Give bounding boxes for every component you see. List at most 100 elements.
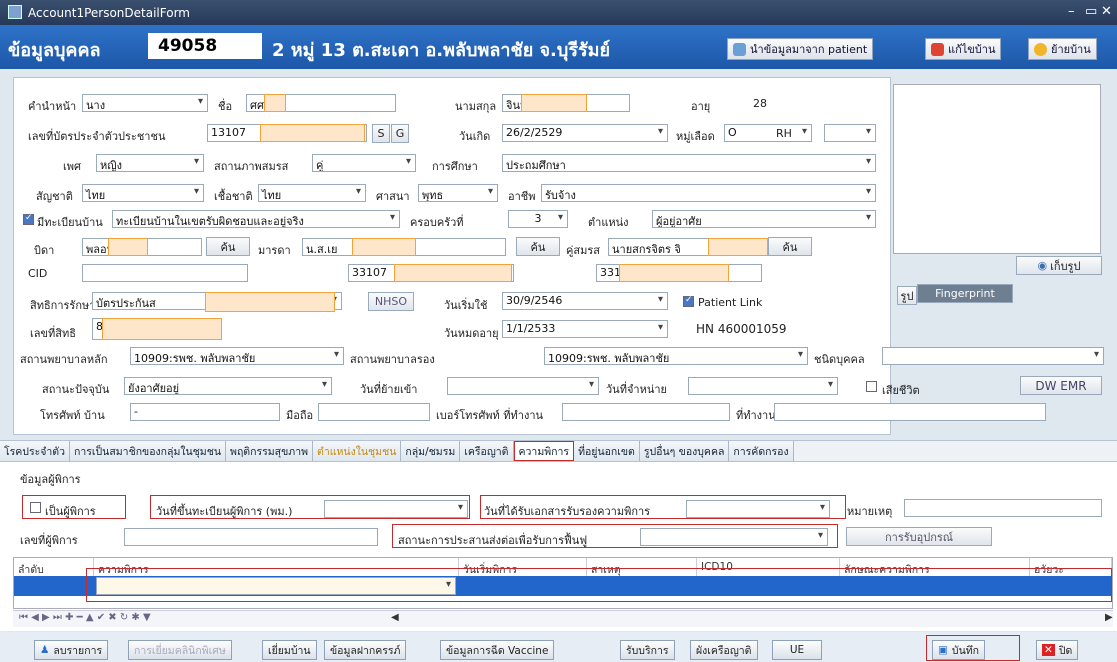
workplace-input[interactable]: [774, 403, 1046, 421]
spouse-search-button[interactable]: ค้น: [768, 237, 812, 256]
tab-health-behavior[interactable]: พฤติกรรมสุขภาพ: [226, 441, 314, 461]
position-select[interactable]: ผู้อยู่อาศัย: [652, 210, 876, 228]
relatives-chart-button[interactable]: ผังเครือญาติ: [690, 640, 758, 660]
person-address: 2 หมู่ 13 ต.สะเดา อ.พลับพลาชัย จ.บุรีรัม…: [272, 40, 611, 61]
nhso-button[interactable]: NHSO: [368, 292, 414, 311]
minimize-icon[interactable]: –: [1068, 4, 1075, 19]
phone-input[interactable]: -: [130, 403, 280, 421]
note-label: หมายเหตุ: [847, 505, 893, 518]
delete-button[interactable]: ♟ ลบรายการ: [34, 640, 109, 660]
tab-other-photos[interactable]: รูปอื่นๆ ของบุคคล: [639, 441, 730, 461]
grid-navigator[interactable]: ⏮ ◀ ▶ ⏭ ✚ ━ ▲ ✔ ✖ ↻ ✱ ▼ ◀ ▶: [13, 610, 1113, 627]
dead-checkbox[interactable]: [866, 381, 877, 392]
move-house-button[interactable]: ย้ายบ้าน: [1028, 38, 1097, 60]
occupation-select[interactable]: รับจ้าง: [541, 184, 876, 202]
home-visit-button[interactable]: เยี่ยมบ้าน: [262, 640, 317, 660]
scroll-right-icon[interactable]: ▶: [1105, 612, 1113, 623]
cid2-label: CID: [28, 267, 48, 280]
start-input[interactable]: 30/9/2546: [502, 292, 668, 310]
tab-photo[interactable]: รูป: [897, 286, 917, 305]
navigator-icons[interactable]: ⏮ ◀ ▶ ⏭ ✚ ━ ▲ ✔ ✖ ↻ ✱ ▼: [19, 612, 151, 623]
rh-select[interactable]: [824, 124, 876, 142]
mobile-input[interactable]: [318, 403, 430, 421]
mobile-label: มือถือ: [286, 409, 314, 422]
tab-club[interactable]: กลุ่ม/ชมรม: [401, 441, 461, 461]
religion-select[interactable]: พุทธ: [418, 184, 498, 202]
rh-label: RH: [776, 127, 792, 140]
discharge-label: วันที่จำหน่าย: [606, 383, 667, 396]
father-search-button[interactable]: ค้น: [206, 237, 250, 256]
save-photo-button[interactable]: ◉ เก็บรูป: [1016, 256, 1102, 275]
workplace-label: ที่ทำงาน: [736, 409, 776, 422]
note-input[interactable]: [904, 499, 1102, 517]
cert-date-input[interactable]: [686, 500, 830, 518]
person-type-label: ชนิดบุคคล: [814, 353, 865, 366]
close-x-icon: ✕: [1042, 644, 1055, 656]
sub-hosp-select[interactable]: 10909:รพช. พลับพลาชัย: [544, 347, 808, 365]
father-cid-input[interactable]: [82, 264, 248, 282]
equipment-button[interactable]: การรับอุปกรณ์: [846, 527, 992, 546]
main-hosp-select[interactable]: 10909:รพช. พลับพลาชัย: [130, 347, 344, 365]
close-button[interactable]: ✕ ปิด: [1036, 640, 1079, 660]
close-icon[interactable]: ✕: [1101, 4, 1112, 19]
maximize-icon[interactable]: ▭: [1085, 4, 1097, 19]
save-button[interactable]: ▣ บันทึก: [932, 640, 986, 660]
age-label: อายุ: [691, 100, 711, 113]
tab-disability[interactable]: ความพิการ: [513, 441, 575, 461]
disabled-no-input[interactable]: [124, 528, 378, 546]
surname-label: นามสกุล: [455, 100, 497, 113]
nation-select[interactable]: ไทย: [82, 184, 204, 202]
vaccine-button[interactable]: ข้อมูลการฉีด Vaccine: [440, 640, 555, 660]
edu-select[interactable]: ประถมศึกษา: [502, 154, 876, 172]
s-button[interactable]: S: [372, 124, 390, 143]
status-select[interactable]: ยังอาศัยอยู่: [124, 377, 332, 395]
person-type-select[interactable]: [882, 347, 1104, 365]
dob-input[interactable]: 26/2/2529: [502, 124, 668, 142]
patient-link-checkbox[interactable]: [683, 295, 694, 307]
tab-chronic[interactable]: โรคประจำตัว: [0, 441, 71, 461]
tab-outside-address[interactable]: ที่อยู่นอกเขต: [574, 441, 640, 461]
reg-date-input[interactable]: [324, 500, 468, 518]
discharge-input[interactable]: [688, 377, 838, 395]
movein-input[interactable]: [447, 377, 599, 395]
house-reg-checkbox[interactable]: [23, 213, 34, 225]
clinic-visit-button[interactable]: การเยี่ยมคลินิกพิเศษ: [128, 640, 232, 660]
tab-fingerprint[interactable]: Fingerprint: [917, 284, 1013, 303]
window-title: Account1PersonDetailForm: [28, 5, 190, 20]
tab-community-member[interactable]: การเป็นสมาชิกของกลุ่มในชุมชน: [70, 441, 227, 461]
sub-hosp-label: สถานพยาบาลรอง: [350, 353, 435, 366]
family-select[interactable]: 3: [508, 210, 568, 228]
dob-label: วันเกิด: [459, 130, 491, 143]
g-button[interactable]: G: [391, 124, 409, 143]
redacted-mask: [521, 94, 587, 112]
import-patient-button[interactable]: นำข้อมูลมาจาก patient: [727, 38, 874, 60]
marital-label: สถานภาพสมรส: [214, 160, 289, 173]
edit-house-button[interactable]: แก้ไขบ้าน: [925, 38, 1002, 60]
tab-screening[interactable]: การคัดกรอง: [729, 441, 794, 461]
is-disabled-checkbox[interactable]: [30, 502, 41, 513]
marital-select[interactable]: คู่: [312, 154, 416, 172]
edu-label: การศึกษา: [432, 160, 478, 173]
sex-select[interactable]: หญิง: [96, 154, 204, 172]
rehab-select[interactable]: [640, 528, 828, 546]
prefix-select[interactable]: นาง: [82, 94, 208, 112]
work-phone-input[interactable]: [562, 403, 730, 421]
users-icon: ♟: [40, 644, 50, 656]
redacted-mask: [102, 318, 222, 340]
blood-select[interactable]: O: [724, 124, 812, 142]
tab-relatives[interactable]: เครือญาติ: [460, 441, 514, 461]
cid-label: เลขที่บัตรประจำตัวประชาชน: [28, 130, 166, 143]
race-select[interactable]: ไทย: [258, 184, 366, 202]
house-reg-select[interactable]: ทะเบียนบ้านในเขตรับผิดชอบและอยู่จริง: [112, 210, 400, 228]
tab-community-position[interactable]: ตำแหน่งในชุมชน: [313, 441, 402, 461]
dw-emr-button[interactable]: DW EMR: [1020, 376, 1102, 395]
cert-date-label: วันที่ได้รับเอกสารรับรองความพิการ: [484, 505, 651, 518]
redacted-mask: [619, 264, 729, 282]
service-button[interactable]: รับบริการ: [620, 640, 675, 660]
scroll-left-icon[interactable]: ◀: [391, 612, 399, 623]
mother-search-button[interactable]: ค้น: [516, 237, 560, 256]
main-hosp-label: สถานพยาบาลหลัก: [20, 353, 108, 366]
prenatal-button[interactable]: ข้อมูลฝากครรภ์: [324, 640, 407, 660]
ue-button[interactable]: UE: [772, 640, 822, 660]
expire-input[interactable]: 1/1/2533: [502, 320, 668, 338]
